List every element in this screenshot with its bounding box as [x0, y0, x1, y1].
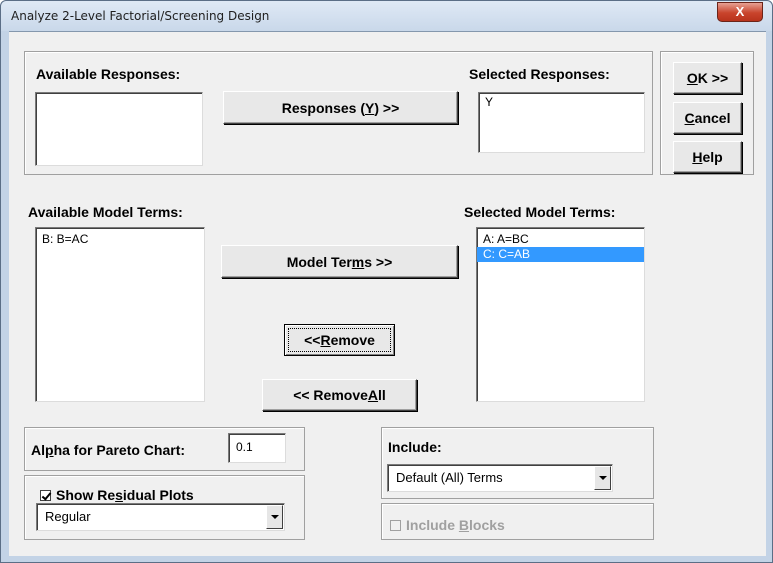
list-item[interactable]: B: B=AC [36, 232, 204, 247]
include-label: Include: [388, 439, 442, 455]
alpha-label: Alpha for Pareto Chart: [31, 442, 186, 458]
remove-button[interactable]: << Remove [284, 324, 395, 356]
chevron-down-icon[interactable] [594, 466, 611, 490]
selected-responses-list[interactable]: Y [478, 92, 645, 153]
chevron-down-icon[interactable] [266, 505, 283, 529]
remove-all-button[interactable]: << Remove All [262, 379, 417, 411]
include-blocks-checkbox[interactable]: Include Blocks [390, 517, 505, 533]
list-item[interactable]: C: C=AB [477, 247, 644, 262]
list-item[interactable]: Y [479, 95, 644, 110]
show-residual-plots-checkbox[interactable]: Show Residual Plots [40, 487, 194, 503]
selected-model-terms-label: Selected Model Terms: [464, 204, 616, 220]
selected-responses-label: Selected Responses: [469, 66, 610, 82]
title-bar[interactable]: Analyze 2-Level Factorial/Screening Desi… [1, 1, 772, 31]
selected-model-terms-list[interactable]: A: A=BC C: C=AB [476, 227, 645, 402]
available-model-terms-label: Available Model Terms: [28, 204, 183, 220]
available-responses-label: Available Responses: [36, 66, 181, 82]
list-item[interactable]: A: A=BC [477, 232, 644, 247]
available-model-terms-list[interactable]: B: B=AC [35, 227, 205, 402]
dialog-body: Available Responses: Responses (Y) >> Se… [9, 31, 766, 556]
close-icon: X [735, 4, 745, 19]
dialog-window: Analyze 2-Level Factorial/Screening Desi… [0, 0, 773, 563]
cancel-button[interactable]: Cancel [673, 102, 742, 134]
responses-button[interactable]: Responses (Y) >> [223, 91, 458, 124]
available-responses-list[interactable] [35, 92, 203, 166]
help-button[interactable]: Help [673, 141, 742, 173]
model-terms-button[interactable]: Model Ter m s >> [221, 245, 458, 278]
residual-plot-type-select[interactable]: Regular [36, 503, 285, 531]
residual-check-box[interactable] [40, 490, 51, 501]
window-title: Analyze 2-Level Factorial/Screening Desi… [11, 9, 270, 23]
include-blocks-check-box[interactable] [390, 520, 401, 531]
ok-button[interactable]: OK >> [673, 62, 742, 94]
close-button[interactable]: X [717, 2, 763, 22]
include-select[interactable]: Default (All) Terms [387, 464, 613, 492]
alpha-input[interactable]: 0.1 [228, 433, 286, 463]
